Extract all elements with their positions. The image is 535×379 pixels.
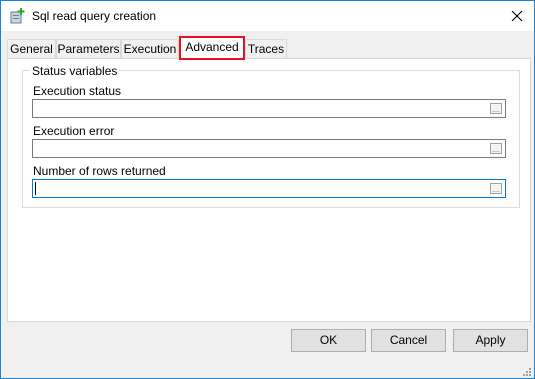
execution-status-browse-button[interactable]: ... — [490, 103, 502, 114]
tab-general[interactable]: General — [7, 39, 56, 58]
query-app-icon — [10, 8, 26, 24]
execution-error-browse-button[interactable]: ... — [490, 143, 502, 154]
window-title: Sql read query creation — [32, 9, 157, 23]
rows-returned-label: Number of rows returned — [33, 164, 166, 178]
execution-error-label: Execution error — [33, 124, 115, 138]
close-icon — [511, 10, 523, 22]
execution-status-field[interactable]: ... — [32, 99, 506, 118]
resize-grip-icon[interactable] — [521, 365, 531, 376]
dialog-window: Sql read query creation General Paramete… — [0, 0, 535, 379]
rows-returned-browse-button[interactable]: ... — [490, 183, 502, 194]
tab-traces[interactable]: Traces — [245, 39, 287, 58]
tab-strip: General Parameters Execution Advanced Tr… — [1, 31, 534, 60]
text-caret — [35, 182, 36, 195]
group-legend: Status variables — [30, 64, 120, 78]
execution-status-label: Execution status — [33, 84, 122, 98]
status-variables-group: Status variables Execution status ... Ex… — [22, 64, 520, 208]
rows-returned-field[interactable]: ... — [32, 179, 506, 198]
ok-button[interactable]: OK — [291, 329, 366, 352]
cancel-button[interactable]: Cancel — [371, 329, 446, 352]
close-button[interactable] — [500, 1, 534, 31]
tab-advanced[interactable]: Advanced — [179, 36, 245, 60]
apply-button[interactable]: Apply — [453, 329, 528, 352]
tab-panel-advanced: Status variables Execution status ... Ex… — [7, 58, 531, 322]
title-bar[interactable]: Sql read query creation — [1, 1, 534, 31]
execution-error-field[interactable]: ... — [32, 139, 506, 158]
tab-parameters[interactable]: Parameters — [56, 39, 121, 58]
tab-execution[interactable]: Execution — [121, 39, 179, 58]
